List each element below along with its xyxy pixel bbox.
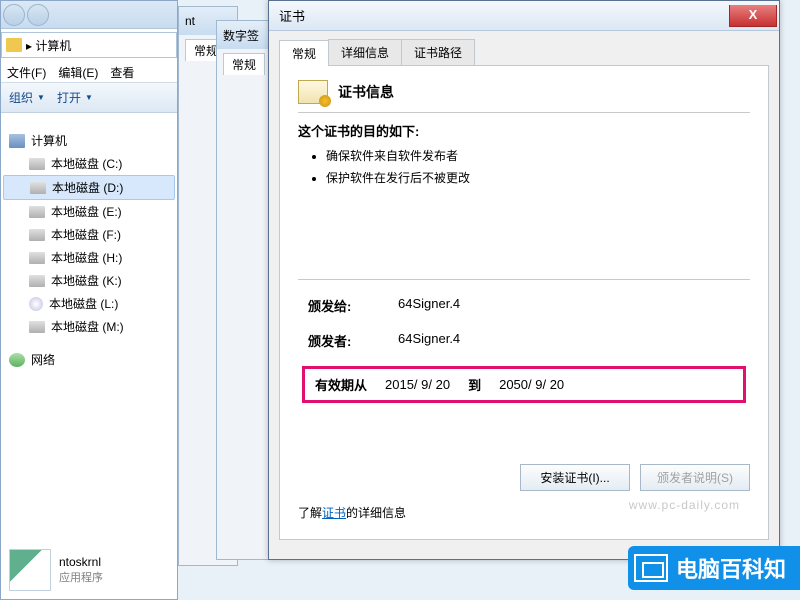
drive-item[interactable]: 本地磁盘 (F:) (3, 223, 175, 246)
window-title: 数字签 (223, 27, 259, 44)
disk-icon (29, 321, 45, 333)
issued-to-row: 颁发给: 64Signer.4 (308, 296, 740, 315)
drive-item[interactable]: 本地磁盘 (C:) (3, 152, 175, 175)
certificate-dialog: 证书 X 常规 详细信息 证书路径 证书信息 这个证书的目的如下: 确保软件来自… (268, 0, 780, 560)
file-type: 应用程序 (59, 569, 103, 585)
tab-general[interactable]: 常规 (223, 53, 265, 75)
organize-button[interactable]: 组织 ▼ (9, 89, 45, 106)
folder-icon (6, 38, 22, 52)
tab-details[interactable]: 详细信息 (328, 39, 402, 65)
tab-general[interactable]: 常规 (279, 40, 329, 66)
nav-back-button[interactable] (3, 4, 25, 26)
navigation-tree: 计算机 本地磁盘 (C:) 本地磁盘 (D:) 本地磁盘 (E:) 本地磁盘 (… (1, 113, 177, 377)
address-path: 计算机 (35, 39, 71, 53)
purpose-heading: 这个证书的目的如下: (298, 121, 750, 140)
banner-text: 电脑百科知 (676, 552, 786, 584)
chevron-down-icon: ▼ (85, 93, 93, 102)
disk-icon (29, 158, 45, 170)
dialog-titlebar: 证书 X (269, 1, 779, 31)
network-icon (9, 353, 25, 367)
computer-icon (9, 134, 25, 148)
explorer-window: ▸ 计算机 文件(F) 编辑(E) 查看 组织 ▼ 打开 ▼ 计算机 本地磁盘 … (0, 0, 178, 600)
disk-icon (29, 229, 45, 241)
window-title: nt (185, 14, 195, 28)
validity-from-label: 有效期从 (315, 375, 367, 394)
validity-highlight-box: 有效期从 2015/ 9/ 20 到 2050/ 9/ 20 (302, 366, 746, 403)
details-pane: ntoskrnl 应用程序 (9, 549, 103, 591)
certificate-help-link[interactable]: 证书 (322, 506, 346, 520)
explorer-nav-bar (1, 1, 177, 29)
tab-panel-general: 证书信息 这个证书的目的如下: 确保软件来自软件发布者 保护软件在发行后不被更改… (279, 66, 769, 540)
install-certificate-button[interactable]: 安装证书(I)... (520, 464, 630, 491)
purpose-item: 确保软件来自软件发布者 (326, 146, 750, 168)
certificate-purpose-block: 这个证书的目的如下: 确保软件来自软件发布者 保护软件在发行后不被更改 (298, 112, 750, 280)
tab-cert-path[interactable]: 证书路径 (401, 39, 475, 65)
chevron-down-icon: ▼ (37, 93, 45, 102)
certificate-icon (298, 80, 328, 104)
menu-view[interactable]: 查看 (110, 64, 134, 79)
tab-strip: 常规 详细信息 证书路径 (279, 39, 769, 66)
site-banner: 电脑百科知 (628, 546, 800, 590)
address-bar[interactable]: ▸ 计算机 (1, 32, 177, 58)
toolbar: 组织 ▼ 打开 ▼ (1, 83, 177, 113)
tree-computer-node[interactable]: 计算机 (3, 129, 175, 152)
drive-item[interactable]: 本地磁盘 (M:) (3, 315, 175, 338)
file-name: ntoskrnl (59, 555, 103, 569)
disk-icon (30, 182, 46, 194)
drive-item[interactable]: 本地磁盘 (D:) (3, 175, 175, 200)
disk-icon (29, 275, 45, 287)
issued-by-row: 颁发者: 64Signer.4 (308, 331, 740, 350)
issued-to-value: 64Signer.4 (398, 296, 460, 315)
validity-to-label: 到 (468, 375, 481, 394)
file-thumbnail-icon (9, 549, 51, 591)
certificate-info-heading: 证书信息 (338, 82, 394, 102)
drive-item[interactable]: 本地磁盘 (H:) (3, 246, 175, 269)
validity-to-value: 2050/ 9/ 20 (499, 377, 564, 392)
issued-by-value: 64Signer.4 (398, 331, 460, 350)
issued-to-label: 颁发给: (308, 296, 378, 315)
disk-icon (29, 252, 45, 264)
nav-forward-button[interactable] (27, 4, 49, 26)
watermark-text: www.pc-daily.com (629, 498, 740, 512)
issued-by-label: 颁发者: (308, 331, 378, 350)
menu-file[interactable]: 文件(F) (7, 64, 46, 79)
menu-edit[interactable]: 编辑(E) (58, 64, 98, 79)
validity-from-value: 2015/ 9/ 20 (385, 377, 450, 392)
tree-network-node[interactable]: 网络 (3, 348, 175, 371)
purpose-item: 保护软件在发行后不被更改 (326, 168, 750, 190)
dialog-title: 证书 (279, 6, 305, 25)
disk-icon (29, 206, 45, 218)
monitor-icon (634, 554, 668, 582)
menu-bar: 文件(F) 编辑(E) 查看 (1, 61, 177, 83)
learn-more-row: 了解证书的详细信息 (298, 504, 406, 521)
drive-item[interactable]: 本地磁盘 (K:) (3, 269, 175, 292)
issuer-statement-button[interactable]: 颁发者说明(S) (640, 464, 750, 491)
close-button[interactable]: X (729, 5, 777, 27)
cd-icon (29, 297, 43, 311)
drive-item[interactable]: 本地磁盘 (E:) (3, 200, 175, 223)
drive-item[interactable]: 本地磁盘 (L:) (3, 292, 175, 315)
open-button[interactable]: 打开 ▼ (57, 89, 93, 106)
